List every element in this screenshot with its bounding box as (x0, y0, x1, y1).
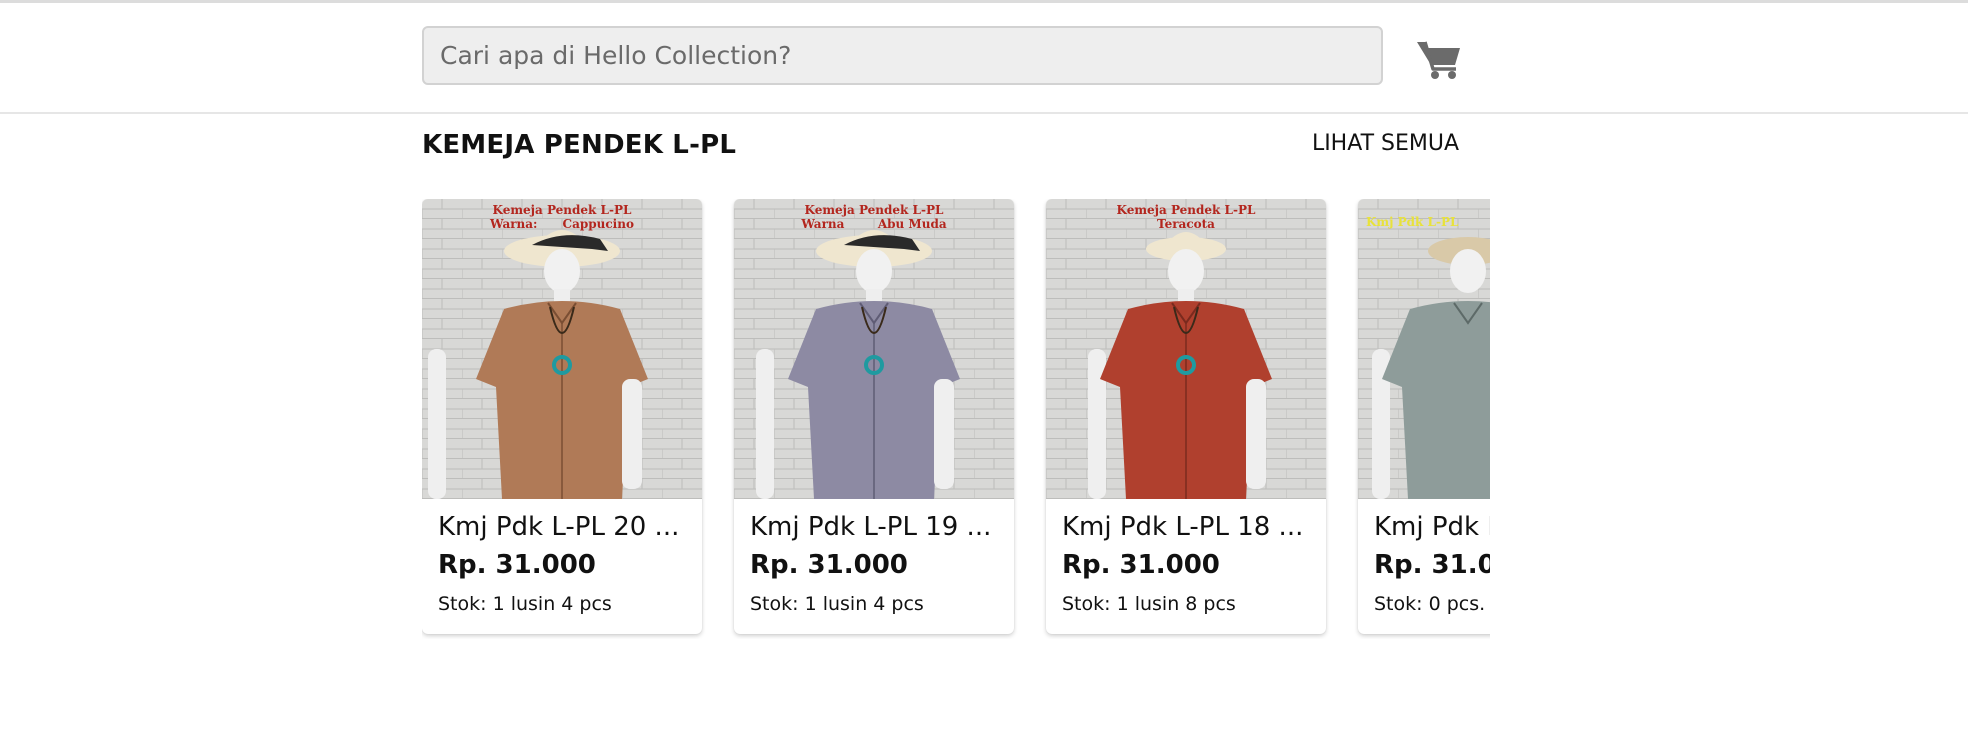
product-stock: Stok: 1 lusin 4 pcs (750, 593, 924, 615)
image-watermark-text: Kemeja Pendek L-PL Warna: Cappucino (490, 203, 634, 231)
product-image: Kemeja Pendek L-PL Teracota (1046, 199, 1326, 499)
product-image: Kemeja Pendek L-PL Warna: Cappucino (422, 199, 702, 499)
header-bar (0, 3, 1968, 114)
product-card[interactable]: Kemeja Pendek L-PL Warna: Cappucino Kmj … (422, 199, 702, 634)
product-price: Rp. 31.000 (1374, 550, 1490, 580)
search-input[interactable] (422, 26, 1383, 85)
product-price: Rp. 31.000 (1062, 550, 1220, 580)
shopping-cart-icon[interactable] (1416, 39, 1462, 81)
image-watermark-text: Kmj Pdk L-PL (1366, 215, 1459, 229)
mannequin-photo (422, 199, 702, 499)
mannequin-photo (1046, 199, 1326, 499)
product-image: Kemeja Pendek L-PL Warna Abu Muda (734, 199, 1014, 499)
product-stock: Stok: 1 lusin 4 pcs (438, 593, 612, 615)
image-watermark-text: Kemeja Pendek L-PL Teracota (1116, 203, 1256, 231)
product-name: Kmj Pdk L-PL 19 ... (750, 512, 992, 542)
product-card[interactable]: Kemeja Pendek L-PL Warna Abu Muda Kmj Pd… (734, 199, 1014, 634)
product-card[interactable]: Kemeja Pendek L-PL Teracota Kmj Pdk L-PL… (1046, 199, 1326, 634)
product-price: Rp. 31.000 (438, 550, 596, 580)
product-stock: Stok: 1 lusin 8 pcs (1062, 593, 1236, 615)
mannequin-photo (1358, 199, 1490, 499)
product-price: Rp. 31.000 (750, 550, 908, 580)
mannequin-photo (734, 199, 1014, 499)
product-carousel[interactable]: Kemeja Pendek L-PL Warna: Cappucino Kmj … (422, 199, 1490, 639)
section-title: KEMEJA PENDEK L-PL (422, 130, 737, 160)
product-name: Kmj Pdk L-PL 18 ... (1062, 512, 1304, 542)
see-all-link[interactable]: LIHAT SEMUA (1312, 131, 1459, 156)
product-name: Kmj Pdk L-PL 17 ... (1374, 512, 1490, 542)
product-image: Kmj Pdk L-PL (1358, 199, 1490, 499)
product-name: Kmj Pdk L-PL 20 ... (438, 512, 680, 542)
product-card[interactable]: Kmj Pdk L-PL Kmj Pdk L-PL 17 ... Rp. 31.… (1358, 199, 1490, 634)
product-stock: Stok: 0 pcs. (1374, 593, 1486, 615)
image-watermark-text: Kemeja Pendek L-PL Warna Abu Muda (801, 203, 947, 231)
